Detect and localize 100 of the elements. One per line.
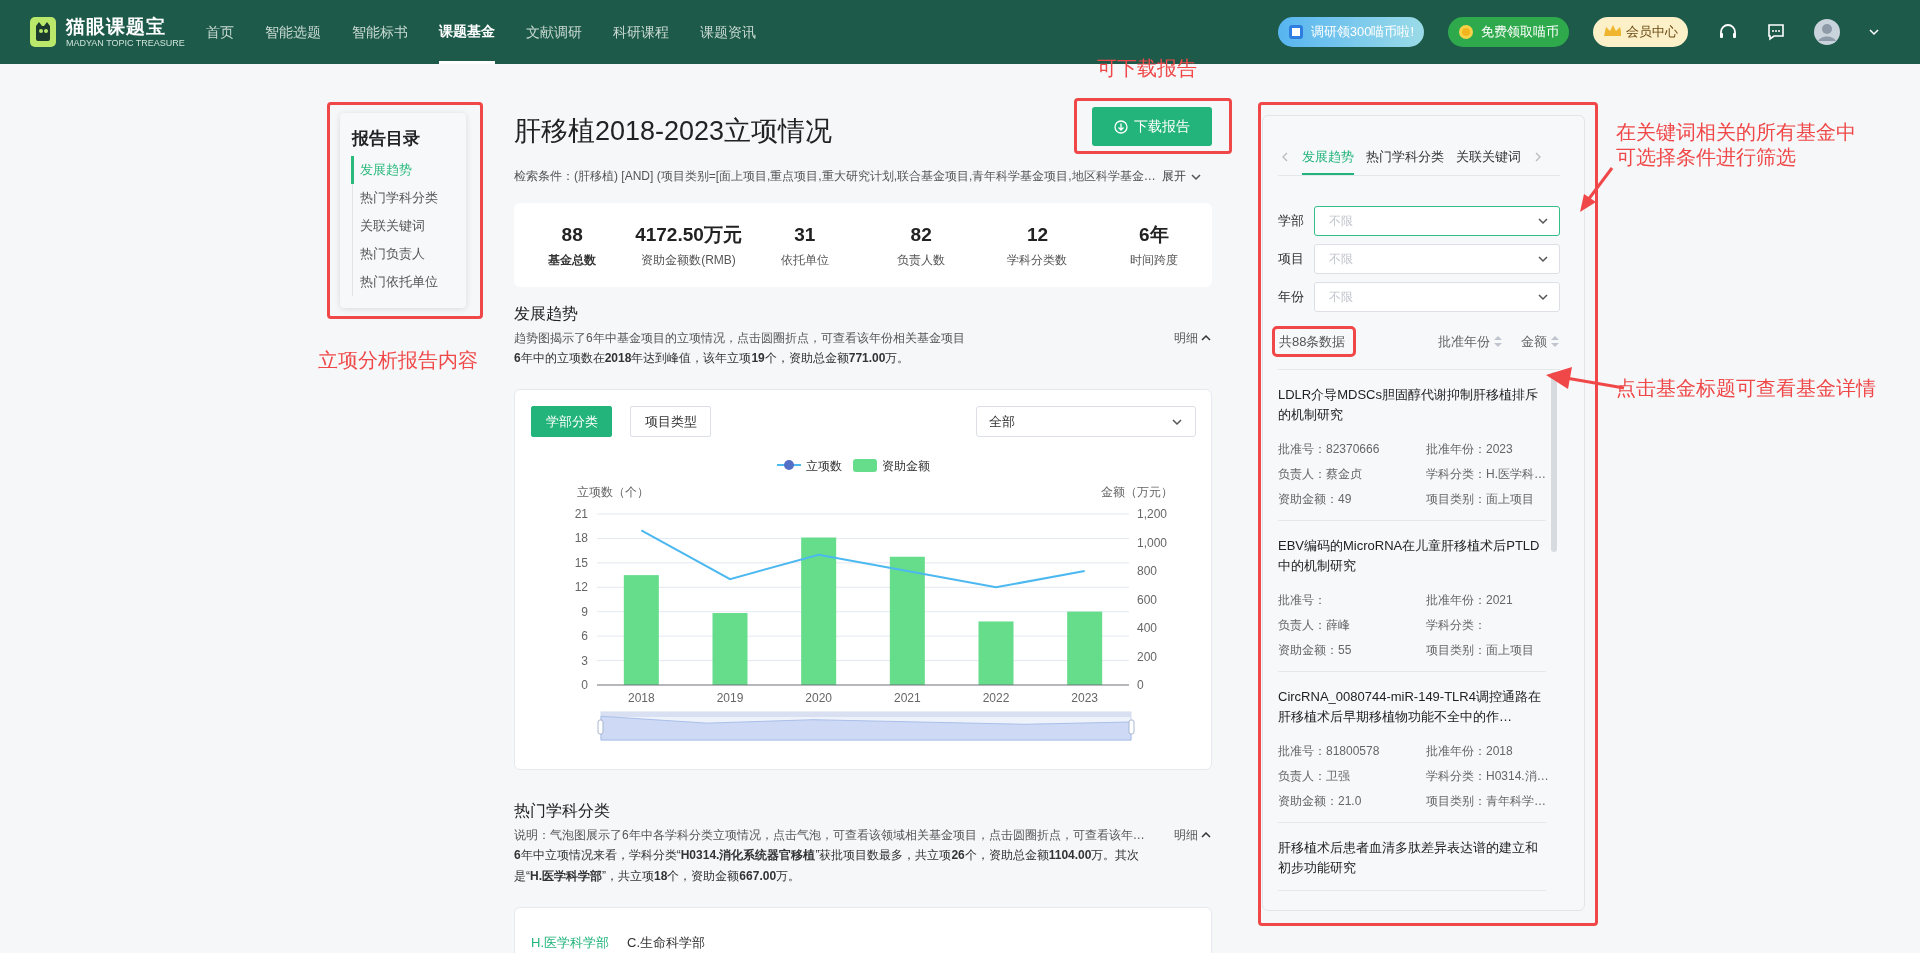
fund-field: 学科分类：H0314.消… [1426, 767, 1549, 785]
nav-link[interactable]: 智能选题 [265, 0, 321, 64]
stat-label: 依托单位 [779, 251, 830, 269]
fund-title-link[interactable]: 肝移植术后患者血清多肽差异表达谱的建立和初步功能研究 [1278, 838, 1546, 878]
axis-tick-label: 600 [1137, 592, 1158, 607]
segment-tab[interactable]: 项目类型 [630, 406, 711, 437]
bar[interactable] [1067, 611, 1103, 685]
caret-icon [1868, 26, 1880, 38]
line-series[interactable] [640, 529, 1086, 589]
legend-marker-icon[interactable] [853, 459, 877, 472]
axis-tick-label: 15 [574, 555, 588, 570]
toc-item[interactable]: 关联关键词 [353, 212, 456, 240]
chevron-right-icon[interactable] [1533, 150, 1543, 163]
nav-link[interactable]: 科研课程 [613, 0, 669, 64]
axis-tick-label: 18 [574, 531, 588, 546]
fund-field: 资助金额：21.0 [1278, 792, 1426, 810]
fund-title-link[interactable]: EBV编码的MicroRNA在儿童肝移植术后PTLD中的机制研究 [1278, 536, 1546, 576]
axis-tick-label: 0 [1137, 678, 1144, 692]
fund-title-link[interactable]: CircRNA_0080744-miR-149-TLR4调控通路在肝移植术后早期移植物功能不全中的作… [1278, 687, 1546, 727]
annotation-text: 在关键词相关的所有基金中可选择条件进行筛选 [1616, 120, 1857, 170]
logo-name: 猫眼课题宝 [66, 15, 167, 38]
section-heading: 发展趋势 [514, 304, 579, 324]
filter-input[interactable]: 不限 [1327, 213, 1537, 229]
axis-tick-label: 2018 [628, 691, 655, 705]
nav-link[interactable]: 首页 [206, 0, 234, 64]
axis-tick-label: 1,000 [1137, 535, 1168, 550]
filter-input[interactable]: 不限 [1327, 251, 1537, 267]
nav-link[interactable]: 文献调研 [526, 0, 582, 64]
annotation-text: 立项分析报告内容 [318, 348, 479, 373]
bar[interactable] [623, 575, 659, 685]
caret-icon [1537, 291, 1549, 303]
stat-value: 82 [909, 222, 933, 247]
legend-label[interactable]: 立项数 [806, 459, 842, 473]
axis-tick-label: 2021 [894, 691, 921, 705]
sort-toggle[interactable]: 金额 [1521, 332, 1560, 351]
section-description: 趋势图揭示了6年中基金项目的立项情况，点击圆圈折点，可查看该年份相关基金项目 [514, 330, 966, 347]
legend-label[interactable]: 资助金额 [882, 459, 930, 473]
promo-button[interactable]: 会员中心 [1593, 17, 1688, 47]
toc-title: 报告目录 [352, 128, 421, 150]
filter-label: 年份 [1278, 288, 1305, 306]
toc-item[interactable]: 热门学科分类 [353, 184, 456, 212]
annotation-text: 点击基金标题可查看基金详情 [1616, 376, 1877, 401]
report-title: 肝移植2018-2023立项情况 [514, 115, 833, 148]
axis-tick-label: 2022 [982, 691, 1010, 705]
fund-field: 批准号：82370666 [1278, 440, 1426, 458]
section-description: 说明：气泡图展示了6年中各学科分类立项情况，点击气泡，可查看该领域相关基金项目，点击圆圈折点，可查看该年… [514, 827, 1146, 844]
bar[interactable] [889, 556, 925, 685]
fund-field: 批准年份：2018 [1426, 742, 1549, 760]
result-count: 共88条数据 [1279, 334, 1346, 349]
panel-tab[interactable]: 热门学科分类 [1366, 138, 1444, 175]
nav-link[interactable]: 课题基金 [439, 0, 495, 64]
chat-icon[interactable] [1766, 22, 1786, 42]
bar[interactable] [712, 613, 748, 685]
avatar-icon[interactable] [1814, 19, 1840, 45]
nav-link[interactable]: 课题资讯 [700, 0, 756, 64]
sort-toggle[interactable]: 批准年份 [1438, 332, 1503, 351]
detail-toggle[interactable]: 明细 [1174, 329, 1198, 347]
detail-toggle[interactable]: 明细 [1174, 826, 1198, 844]
axis-tick-label: 3 [581, 653, 588, 668]
category-tab[interactable]: C.生命科学部 [627, 934, 705, 952]
fund-title-link[interactable]: LDLR介导MDSCs胆固醇代谢抑制肝移植排斥的机制研究 [1278, 385, 1546, 425]
stat-value: 88 [560, 222, 584, 247]
fund-field: 项目类别：青年科学… [1426, 792, 1549, 810]
axis-tick-label: 2023 [1071, 691, 1098, 705]
nav-link[interactable]: 智能标书 [352, 0, 408, 64]
stat-value: 12 [1025, 222, 1050, 247]
bar[interactable] [978, 621, 1014, 685]
sort-icon [1550, 335, 1560, 348]
axis-title: 金额（万元） [1101, 485, 1173, 499]
stat-value: 4172.50万元 [634, 222, 743, 247]
panel-tab[interactable]: 关联关键词 [1456, 138, 1521, 175]
cat-logo-icon [30, 17, 56, 47]
axis-tick-label: 6 [581, 629, 588, 644]
toc-item[interactable]: 热门依托单位 [353, 268, 456, 296]
annotation-text: 可下载报告 [1097, 56, 1197, 81]
axis-tick-label: 800 [1137, 564, 1158, 578]
bar[interactable] [801, 537, 837, 685]
survey-icon [1287, 23, 1306, 41]
summary-text: 6年中立项情况来看，学科分类“H0314.消化系统器官移植”获批项目数最多，共立项26个，资助总金额1104.00万。其次是“H.医学科学部”，共立项18个，资助金额667.00万。 [514, 847, 1141, 885]
stat-label: 基金总数 [547, 251, 598, 269]
legend-marker-icon[interactable] [776, 460, 802, 470]
axis-tick-label: 21 [574, 507, 588, 521]
fund-field: 学科分类：H.医学科… [1426, 465, 1546, 483]
filter-input[interactable]: 不限 [1327, 289, 1537, 305]
axis-tick-label: 0 [581, 678, 588, 692]
chevron-left-icon[interactable] [1280, 150, 1290, 163]
fund-field: 学科分类： [1426, 616, 1546, 634]
stat-label: 资助金额数(RMB) [640, 251, 737, 269]
coin-icon [1458, 23, 1476, 41]
data-zoom-slider[interactable] [597, 711, 1135, 741]
filter-dropdown[interactable]: 全部 [976, 406, 1196, 437]
caret-icon [1537, 253, 1549, 265]
fund-field: 负责人：蔡金贞 [1278, 465, 1426, 483]
fund-field: 资助金额：49 [1278, 490, 1426, 508]
stat-value: 31 [793, 222, 817, 247]
toc-item[interactable]: 热门负责人 [353, 240, 456, 268]
expand-link[interactable]: 展开 [1161, 168, 1186, 185]
axis-title: 立项数（个） [577, 485, 649, 499]
filter-dropdown[interactable]: 不限 [1314, 206, 1560, 236]
fund-field: 负责人：薛峰 [1278, 616, 1426, 634]
